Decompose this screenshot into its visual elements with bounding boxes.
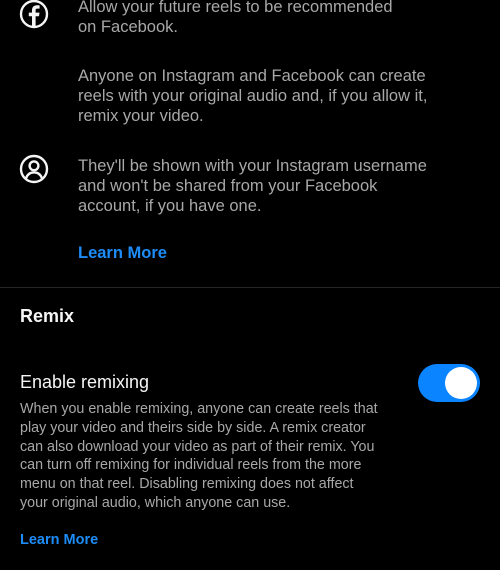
learn-more-link-info[interactable]: Learn More <box>78 244 167 263</box>
toggle-knob <box>445 367 477 399</box>
enable-remixing-toggle[interactable] <box>418 364 480 402</box>
section-title-remix: Remix <box>20 306 75 326</box>
profile-icon <box>18 153 50 185</box>
original-audio-text: Anyone on Instagram and Facebook can cre… <box>78 67 428 125</box>
facebook-icon <box>18 0 50 30</box>
remix-description: When you enable remixing, anyone can cre… <box>20 401 378 511</box>
section-divider <box>0 287 500 288</box>
learn-more-link-remix[interactable]: Learn More <box>20 532 98 548</box>
facebook-recommendation-text: Allow your future reels to be recommende… <box>78 0 393 36</box>
username-sharing-text: They'll be shown with your Instagram use… <box>78 157 427 215</box>
enable-remixing-label: Enable remixing <box>20 372 150 392</box>
